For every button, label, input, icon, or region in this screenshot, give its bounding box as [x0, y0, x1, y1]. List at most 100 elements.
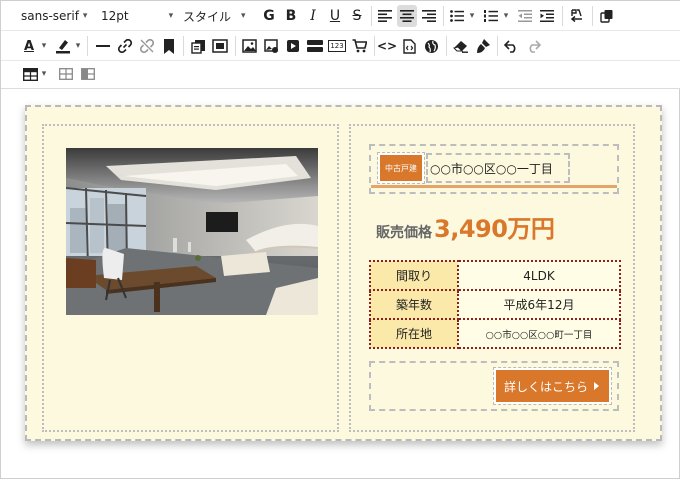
- listing-header-box: 中古戸建 ○○市○○区○○一丁目: [369, 144, 619, 194]
- highlighter-icon: [56, 40, 70, 54]
- spec-value: ○○市○○区○○町一丁目: [457, 318, 621, 349]
- insert-button-block[interactable]: [305, 35, 325, 57]
- underline-button[interactable]: U: [325, 5, 345, 27]
- unlink-button[interactable]: [137, 35, 157, 57]
- table-merge-icon: [81, 68, 95, 80]
- property-photo: [66, 148, 318, 315]
- text-direction-icon: [570, 9, 582, 23]
- header-address-text: ○○市○○区○○一丁目: [430, 161, 553, 176]
- align-left-icon: [378, 10, 392, 22]
- button-block-icon: [307, 40, 323, 52]
- toolbar-row-1: sans-serif ▾ 12pt ▾ スタイル ▾ G B I U S ▾ ▾: [1, 2, 680, 31]
- font-color-options[interactable]: ▾: [39, 35, 49, 57]
- indent-icon: [540, 10, 554, 22]
- header-underline: [371, 185, 617, 188]
- spec-key: 間取り: [369, 260, 459, 291]
- strikethrough-button[interactable]: S: [347, 5, 367, 27]
- editor-toolbar: sans-serif ▾ 12pt ▾ スタイル ▾ G B I U S ▾ ▾…: [1, 1, 680, 89]
- image-edit-button[interactable]: [261, 35, 281, 57]
- toolbar-divider: [562, 6, 563, 26]
- chevron-down-icon: ▾: [168, 11, 174, 21]
- undo-button[interactable]: [501, 35, 521, 57]
- insert-table-options[interactable]: ▾: [39, 63, 49, 85]
- toolbar-divider: [371, 6, 372, 26]
- table-cell-button[interactable]: [57, 63, 75, 85]
- insert-table-button[interactable]: [21, 63, 39, 85]
- paste-template-button[interactable]: [188, 35, 208, 57]
- frame-button[interactable]: [210, 35, 230, 57]
- cart-icon: [352, 39, 367, 53]
- source-code-button[interactable]: <>: [377, 35, 397, 57]
- clear-format-button[interactable]: [451, 35, 471, 57]
- frame-icon: [212, 39, 228, 53]
- eraser-icon: [453, 41, 468, 53]
- underline-label: U: [329, 8, 341, 24]
- horizontal-line-icon: [96, 45, 110, 47]
- paint-format-button[interactable]: [473, 35, 493, 57]
- bullet-list-button[interactable]: [447, 5, 467, 27]
- align-right-icon: [422, 10, 436, 22]
- font-family-value: sans-serif: [21, 9, 79, 23]
- toolbar-divider: [235, 36, 236, 56]
- chevron-down-icon: ▾: [75, 41, 81, 51]
- media-icon: [287, 40, 299, 52]
- outdent-icon: [518, 10, 532, 22]
- horizontal-line-button[interactable]: [93, 35, 113, 57]
- style-select[interactable]: スタイル ▾: [183, 5, 253, 27]
- font-color-label: A: [23, 38, 35, 54]
- image-icon: [241, 39, 257, 53]
- align-right-button[interactable]: [419, 5, 439, 27]
- bullet-list-options[interactable]: ▾: [467, 5, 477, 27]
- insert-media-button[interactable]: [283, 35, 303, 57]
- toolbar-row-2: A ▾ ▾ 123 <>: [1, 32, 680, 61]
- counter-button[interactable]: 123: [327, 35, 347, 57]
- property-type-badge: 中古戸建: [377, 152, 425, 184]
- editor-content-area[interactable]: 中古戸建 ○○市○○区○○一丁目 販売価格 3,490万円 間取り 4LDK 築…: [15, 93, 667, 480]
- details-button[interactable]: 詳しくはこちら: [493, 367, 612, 405]
- link-button[interactable]: [115, 35, 135, 57]
- font-family-select[interactable]: sans-serif ▾: [21, 5, 91, 27]
- unlink-icon: [139, 38, 155, 54]
- italic-button[interactable]: I: [303, 5, 323, 27]
- numbered-list-options[interactable]: ▾: [501, 5, 511, 27]
- chevron-down-icon: ▾: [469, 11, 475, 21]
- image-edit-icon: [263, 38, 278, 53]
- template-icon: [190, 39, 205, 54]
- highlight-color-button[interactable]: [53, 35, 73, 57]
- price-block: 販売価格 3,490万円: [376, 209, 555, 244]
- table-properties-button[interactable]: [79, 63, 97, 85]
- chevron-down-icon: ▾: [503, 11, 509, 21]
- detail-button-box: 詳しくはこちら: [369, 361, 619, 411]
- price-label: 販売価格: [376, 225, 432, 241]
- code-icon: <>: [376, 39, 398, 53]
- link-icon: [117, 38, 133, 54]
- font-size-select[interactable]: 12pt ▾: [101, 5, 175, 27]
- caret-right-icon: [594, 382, 599, 390]
- italic-label: I: [310, 8, 316, 24]
- highlight-color-options[interactable]: ▾: [73, 35, 83, 57]
- copy-format-button[interactable]: [597, 5, 617, 27]
- bookmark-button[interactable]: [159, 35, 179, 57]
- cart-button[interactable]: [349, 35, 369, 57]
- align-center-button[interactable]: [397, 5, 417, 27]
- outdent-button[interactable]: [515, 5, 535, 27]
- toolbar-row-3: ▾: [1, 60, 105, 89]
- bold-g-button[interactable]: G: [259, 5, 279, 27]
- counter-icon-label: 123: [328, 40, 346, 52]
- indent-button[interactable]: [537, 5, 557, 27]
- toolbar-divider: [443, 6, 444, 26]
- align-left-button[interactable]: [375, 5, 395, 27]
- preview-button[interactable]: [421, 35, 441, 57]
- bold-button[interactable]: B: [281, 5, 301, 27]
- html-file-button[interactable]: [399, 35, 419, 57]
- bookmark-icon: [164, 38, 174, 54]
- bold-g-label: G: [263, 8, 275, 24]
- font-color-button[interactable]: A: [19, 35, 39, 57]
- toolbar-divider: [497, 36, 498, 56]
- toolbar-divider: [446, 36, 447, 56]
- numbered-list-button[interactable]: [481, 5, 501, 27]
- text-direction-button[interactable]: [567, 5, 587, 27]
- insert-image-button[interactable]: [239, 35, 259, 57]
- spec-key: 築年数: [369, 289, 459, 320]
- redo-button[interactable]: [523, 35, 543, 57]
